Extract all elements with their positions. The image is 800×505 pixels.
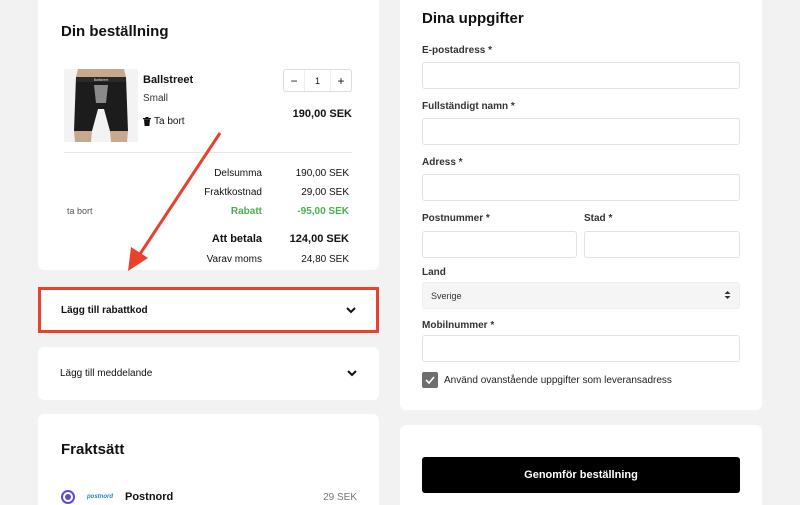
shipping-title: Fraktsätt [61, 441, 125, 458]
remove-product-label: Ta bort [154, 116, 185, 127]
email-label: E-postadress * [422, 45, 493, 56]
radio-selected-icon[interactable] [61, 490, 75, 504]
product-brand-print: Ballstreet [94, 78, 109, 82]
quantity-stepper: − 1 + [283, 69, 352, 92]
shipping-option-price: 29 SEK [323, 491, 357, 503]
quantity-increase-button[interactable]: + [331, 70, 351, 91]
country-label: Land [422, 267, 446, 278]
product-price: 190,00 SEK [292, 108, 352, 120]
postcode-field[interactable] [422, 231, 577, 258]
quantity-decrease-button[interactable]: − [284, 70, 304, 91]
order-title: Din beställning [61, 23, 169, 40]
product-image: Ballstreet [64, 69, 138, 142]
postnord-logo: postnord [87, 494, 113, 500]
country-value: Sverige [431, 290, 462, 301]
shipping-cost-value: 29,00 SEK [301, 187, 349, 198]
details-title: Dina uppgifter [422, 10, 524, 27]
order-card: Din beställning Ballstreet Ballstreet Sm… [38, 0, 379, 270]
postcode-label: Postnummer * [422, 213, 490, 224]
discount-value: -95,00 SEK [297, 206, 349, 217]
address-field[interactable] [422, 174, 740, 201]
vat-value: 24,80 SEK [301, 254, 349, 265]
trash-icon [143, 117, 151, 126]
discount-label: Rabatt [230, 206, 262, 217]
full-name-field[interactable] [422, 118, 740, 145]
vat-label: Varav moms [206, 254, 262, 265]
city-field[interactable] [584, 231, 740, 258]
checkout-card: Genomför beställning [400, 425, 762, 505]
select-arrows-icon [724, 287, 731, 305]
remove-product-link[interactable]: Ta bort [143, 116, 185, 127]
add-message-toggle[interactable]: Lägg till meddelande [38, 347, 379, 400]
checkbox-checked-icon[interactable] [422, 372, 438, 388]
chevron-down-icon [346, 306, 356, 314]
shipping-option-postnord[interactable]: postnord Postnord 29 SEK [61, 487, 357, 505]
product-variant: Small [143, 93, 169, 104]
city-label: Stad * [584, 213, 613, 224]
total-label: Att betala [211, 233, 262, 245]
chevron-down-icon [347, 370, 357, 377]
same-address-option[interactable]: Använd ovanstående uppgifter som leveran… [422, 372, 672, 388]
total-value: 124,00 SEK [289, 233, 349, 245]
subtotal-value: 190,00 SEK [295, 168, 349, 179]
subtotal-label: Delsumma [214, 168, 262, 179]
full-name-label: Fullständigt namn * [422, 101, 515, 112]
customer-details-card: Dina uppgifter E-postadress * Fullständi… [400, 0, 762, 410]
remove-discount-link[interactable]: ta bort [67, 206, 93, 216]
shipping-card: Fraktsätt postnord Postnord 29 SEK [38, 414, 379, 505]
add-coupon-toggle[interactable]: Lägg till rabattkod [38, 287, 379, 333]
place-order-button[interactable]: Genomför beställning [422, 457, 740, 493]
same-address-label: Använd ovanstående uppgifter som leveran… [444, 374, 672, 386]
email-field[interactable] [422, 62, 740, 89]
divider [64, 152, 352, 153]
phone-field[interactable] [422, 335, 740, 362]
phone-label: Mobilnummer * [422, 320, 495, 331]
quantity-value[interactable]: 1 [304, 70, 331, 91]
country-select[interactable]: Sverige [422, 282, 740, 309]
add-coupon-label: Lägg till rabattkod [61, 304, 148, 316]
shipping-cost-label: Fraktkostnad [204, 187, 262, 198]
shipping-option-name: Postnord [125, 491, 174, 503]
add-message-label: Lägg till meddelande [60, 368, 153, 379]
address-label: Adress * [422, 157, 463, 168]
product-name: Ballstreet [143, 74, 194, 86]
